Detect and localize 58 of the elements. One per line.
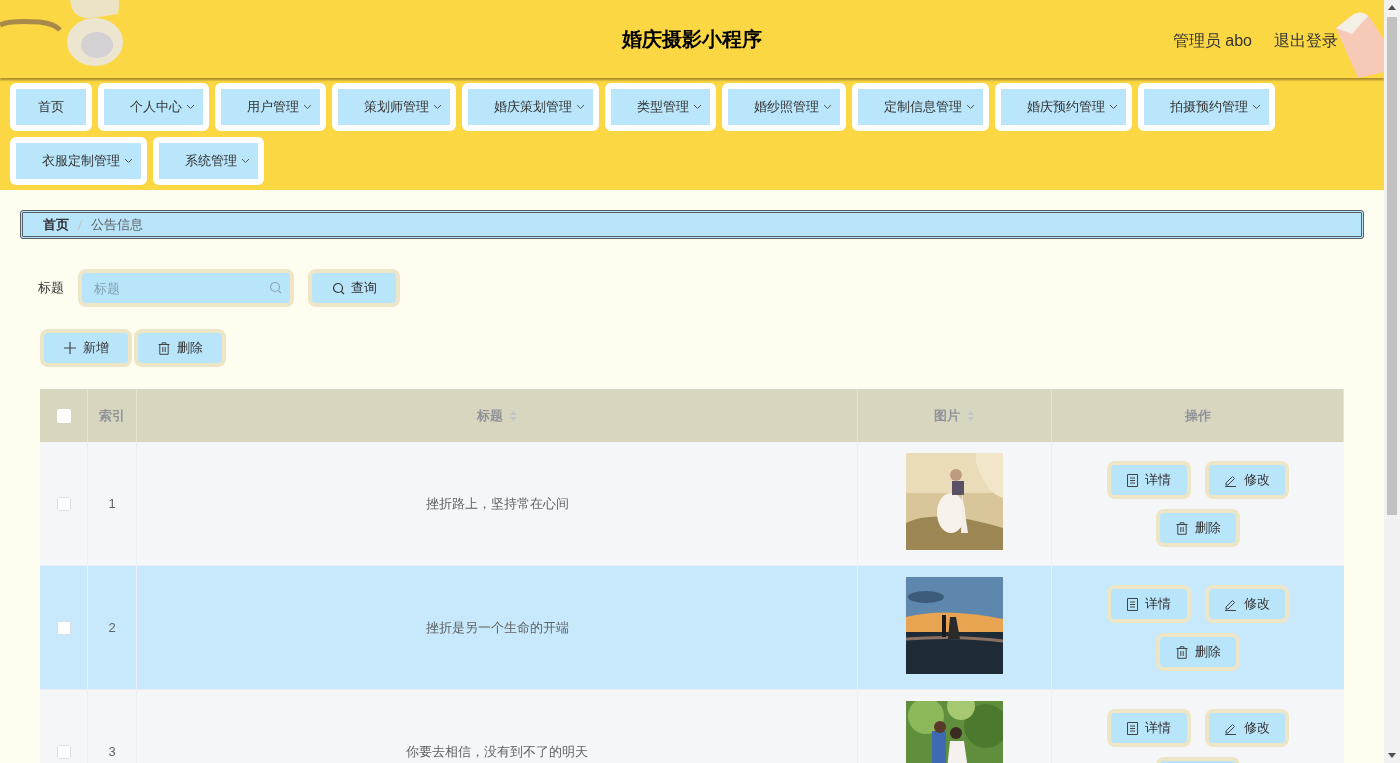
table-cell-text: 3	[108, 742, 116, 761]
details-button[interactable]: 详情	[1107, 585, 1191, 623]
column-header: 操作	[1184, 406, 1211, 425]
add-button[interactable]: 新增	[40, 329, 132, 367]
pencil-icon	[1224, 473, 1237, 487]
search-field[interactable]: 标题	[78, 269, 294, 307]
checkbox[interactable]	[56, 496, 71, 511]
breadcrumb-item: 公告信息	[91, 215, 143, 234]
scrollbar[interactable]	[1384, 0, 1400, 763]
trash-icon	[1175, 645, 1188, 659]
table-row[interactable]: 1 挫折路上，坚持常在心间 详情 修改 删除	[40, 442, 1344, 566]
edit-button[interactable]: 修改	[1205, 709, 1289, 747]
nav-menu-item[interactable]: 用户管理	[215, 83, 326, 131]
table-cell-text: 1	[108, 494, 116, 513]
table-cell-text: 2	[108, 618, 116, 637]
nav-menu-item[interactable]: 衣服定制管理	[10, 137, 147, 185]
nav-menu-item[interactable]: 系统管理	[153, 137, 264, 185]
table-row[interactable]: 2 挫折是另一个生命的开端 详情 修改 删除	[40, 566, 1344, 690]
search-label: 标题	[38, 279, 64, 298]
admin-name: 管理员 abo	[1172, 31, 1252, 51]
query-button[interactable]: 查询	[308, 269, 400, 307]
logout-link[interactable]: 退出登录	[1274, 29, 1338, 53]
delete-button[interactable]: 删除	[1156, 509, 1240, 547]
breadcrumb-separator-icon	[77, 218, 83, 231]
table-cell-text: 你要去相信，没有到不了的明天	[406, 742, 588, 761]
document-icon	[1127, 721, 1138, 735]
nav-menu-item[interactable]: 类型管理	[605, 83, 716, 131]
nav-menu-item[interactable]: 拍摄预约管理	[1138, 83, 1275, 131]
nav-menu-item[interactable]: 婚纱照管理	[722, 83, 846, 131]
app-title: 婚庆摄影小程序	[622, 27, 762, 52]
column-header: 索引	[99, 406, 125, 425]
nav-menu-item[interactable]: 定制信息管理	[852, 83, 989, 131]
plus-icon	[63, 342, 76, 354]
pencil-icon	[1224, 597, 1237, 611]
edit-button[interactable]: 修改	[1205, 461, 1289, 499]
table-cell-text: 挫折路上，坚持常在心间	[425, 494, 569, 513]
edit-button[interactable]: 修改	[1205, 585, 1289, 623]
breadcrumb-item[interactable]: 首页	[43, 214, 69, 235]
nav-menu-item[interactable]: 策划师管理	[332, 83, 456, 131]
document-icon	[1127, 597, 1138, 611]
trash-icon	[157, 341, 170, 355]
document-icon	[1127, 473, 1138, 487]
pencil-icon	[1224, 721, 1237, 735]
table-row[interactable]: 3 你要去相信，没有到不了的明天 详情 修改	[40, 690, 1344, 763]
nav-menu-item[interactable]: 婚庆预约管理	[995, 83, 1132, 131]
table-cell-text: 挫折是另一个生命的开端	[425, 618, 569, 637]
details-button[interactable]: 详情	[1107, 709, 1191, 747]
search-icon	[269, 281, 282, 294]
search-icon	[331, 281, 345, 295]
details-button[interactable]: 详情	[1107, 461, 1191, 499]
nav-menu-item[interactable]: 首页	[10, 83, 92, 131]
checkbox[interactable]	[56, 620, 71, 635]
nav-menu-item[interactable]: 婚庆策划管理	[462, 83, 599, 131]
delete-button[interactable]: 删除	[134, 329, 226, 367]
delete-button[interactable]: 删除	[1156, 633, 1240, 671]
nav-menu-item[interactable]: 个人中心	[98, 83, 209, 131]
checkbox[interactable]	[56, 744, 71, 759]
trash-icon	[1175, 521, 1188, 535]
